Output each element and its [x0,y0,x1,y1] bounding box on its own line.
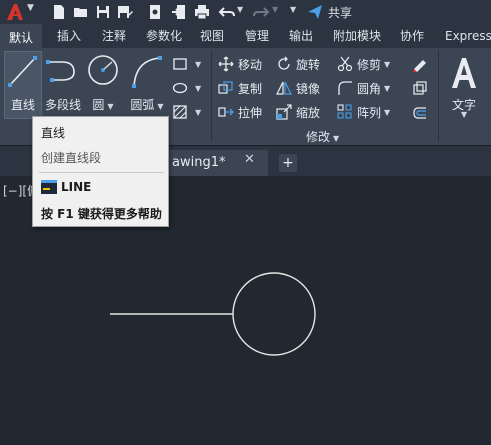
rotate-label: 旋转 [296,57,321,72]
tab-addins[interactable]: 附加模块 [333,24,381,48]
array-icon [337,104,352,119]
app-menu-icon[interactable] [4,1,26,23]
share-button[interactable]: 共享 [328,4,352,21]
tab-output[interactable]: 输出 [289,24,313,48]
tab-annotate[interactable]: 注释 [102,24,126,48]
circle-button[interactable]: 圆 ▼ [84,52,122,112]
fillet-icon [338,81,352,95]
line-tooltip: 直线 创建直线段 LINE 按 F1 键获得更多帮助 [32,116,169,227]
rectangle-button[interactable]: ▼ [172,54,201,74]
ellipse-button[interactable]: ▼ [172,78,201,98]
array-button[interactable]: 阵列 ▼ [337,102,390,122]
line-label: 直线 [10,98,35,112]
scale-icon [276,104,292,120]
rotate-icon [278,56,290,70]
tab-view[interactable]: 视图 [200,24,224,48]
copy-label: 复制 [238,81,263,96]
tab-insert[interactable]: 插入 [57,24,81,48]
tooltip-divider [39,172,164,173]
trim-icon [337,56,353,72]
stretch-label: 拉伸 [238,105,263,120]
drawn-circle[interactable] [232,272,316,356]
hatch-button[interactable]: ▼ [172,102,201,122]
move-icon [218,56,234,72]
save-icon[interactable] [94,3,112,21]
mirror-button[interactable]: 镜像 [276,78,320,98]
plot-icon[interactable] [146,3,164,21]
close-tab-icon[interactable]: ✕ [244,152,255,167]
panel-separator [211,50,212,142]
tooltip-help: 按 F1 键获得更多帮助 [41,207,162,221]
print-icon[interactable] [193,3,211,21]
array-dropdown-icon[interactable]: ▼ [384,108,390,117]
rectangle-icon [173,58,187,70]
app-menu-dropdown-icon[interactable]: ▼ [27,3,34,13]
file-tab-name: awing1* [172,155,226,170]
stretch-button[interactable]: 拉伸 [218,102,262,122]
save-as-icon[interactable] [116,3,134,21]
erase-icon[interactable] [411,56,429,74]
tab-parametric[interactable]: 参数化 [146,24,182,48]
fillet-dropdown-icon[interactable]: ▼ [384,84,390,93]
text-icon [452,58,476,88]
offset-icon[interactable] [411,104,429,122]
line-button[interactable]: 直线 [4,52,42,112]
tab-collaborate[interactable]: 协作 [400,24,424,48]
circle-label: 圆 ▼ [92,98,114,112]
modify-panel-title[interactable]: 修改 ▼ [306,128,339,145]
polyline-button[interactable]: 多段线 [44,52,82,112]
mirror-label: 镜像 [296,81,321,96]
fillet-button[interactable]: 圆角 ▼ [337,78,390,98]
tooltip-title: 直线 [41,126,66,140]
arc-icon [132,56,162,88]
trim-button[interactable]: 修剪 ▼ [337,54,390,74]
ellipse-icon [172,82,188,94]
tab-default[interactable]: 默认 [0,24,43,48]
hatch-icon [173,105,187,119]
quick-access-toolbar: ▼ ▼ ▼ ▼ 共享 [0,0,491,24]
array-label: 阵列 [357,105,382,120]
redo-dropdown-icon[interactable]: ▼ [272,5,278,14]
copy-icon [218,81,233,94]
arc-button[interactable]: 圆弧 ▼ [128,52,166,112]
open-icon[interactable] [72,3,90,21]
tooltip-command: LINE [61,180,92,194]
panel-separator [438,50,439,142]
mirror-icon [276,81,292,95]
new-icon[interactable] [50,3,68,21]
tab-express[interactable]: Express [445,24,491,48]
customize-toolbar-icon[interactable]: ▼ [290,5,296,14]
tab-manage[interactable]: 管理 [245,24,269,48]
move-button[interactable]: 移动 [218,54,262,74]
scale-label: 缩放 [296,105,321,120]
arc-label: 圆弧 ▼ [130,98,164,112]
text-button[interactable]: 文字 [444,52,484,112]
share-icon[interactable] [306,3,324,21]
rotate-button[interactable]: 旋转 [276,54,320,74]
trim-dropdown-icon[interactable]: ▼ [384,60,390,69]
undo-icon[interactable] [218,3,236,21]
line-icon [8,56,37,87]
stretch-icon [218,107,234,117]
move-label: 移动 [238,57,263,72]
new-tab-button[interactable]: + [279,154,297,172]
redo-icon[interactable] [252,3,270,21]
tooltip-description: 创建直线段 [41,151,102,165]
trim-label: 修剪 [357,57,382,72]
polyline-label: 多段线 [44,98,81,112]
copy-button[interactable]: 复制 [218,78,262,98]
ribbon-tabs: 默认 插入 注释 参数化 视图 管理 输出 附加模块 协作 Express [0,24,491,48]
import-icon[interactable] [170,3,188,21]
command-line-icon [41,180,57,194]
scale-button[interactable]: 缩放 [276,102,320,122]
undo-dropdown-icon[interactable]: ▼ [237,5,243,14]
fillet-label: 圆角 [357,81,382,96]
circle-icon [88,55,118,85]
text-dropdown-icon[interactable]: ▼ [461,110,467,119]
polyline-icon [46,60,75,82]
explode-icon[interactable] [411,80,429,98]
